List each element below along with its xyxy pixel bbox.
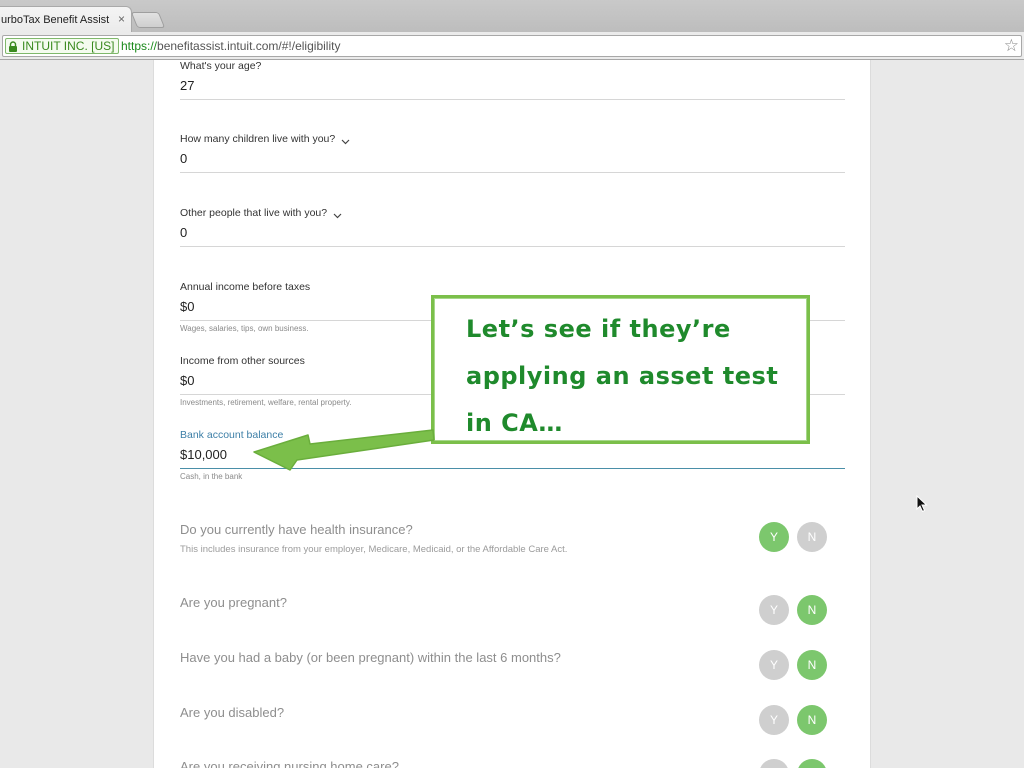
url-protocol: https:// (121, 39, 158, 53)
children-label: How many children live with you? (180, 133, 845, 145)
chevron-down-icon[interactable] (341, 136, 350, 145)
others-label: Other people that live with you? (180, 207, 845, 219)
no-button[interactable]: N (797, 522, 827, 552)
children-input[interactable]: 0 (180, 151, 845, 173)
yes-button[interactable]: Y (759, 759, 789, 768)
question-text: Do you currently have health insurance? (180, 522, 413, 537)
yes-button[interactable]: Y (759, 522, 789, 552)
question-text: Are you receiving nursing home care? (180, 759, 399, 768)
income-label: Annual income before taxes (180, 281, 311, 293)
yes-no-toggle: Y N (759, 522, 827, 552)
bank-balance-value: 10,000 (187, 447, 227, 462)
no-button[interactable]: N (797, 705, 827, 735)
question-text: Are you pregnant? (180, 595, 287, 610)
url-text[interactable]: https://benefitassist.intuit.com/#!/elig… (121, 39, 340, 53)
no-button[interactable]: N (797, 595, 827, 625)
bookmark-star-icon[interactable]: ☆ (1004, 37, 1019, 55)
yes-button[interactable]: Y (759, 650, 789, 680)
yes-button[interactable]: Y (759, 595, 789, 625)
mouse-cursor-icon (916, 495, 928, 513)
annotation-callout: Let’s see if they’re applying an asset t… (431, 295, 810, 444)
other-income-value: 0 (187, 373, 195, 388)
chevron-down-icon[interactable] (333, 210, 342, 219)
tab-close-icon[interactable]: × (118, 12, 125, 26)
url-path: benefitassist.intuit.com/#!/eligibility (157, 39, 341, 53)
annotation-text: Let’s see if they’re applying an asset t… (466, 315, 779, 437)
new-tab-button[interactable] (130, 12, 166, 28)
question-text: Have you had a baby (or been pregnant) w… (180, 650, 561, 665)
others-field[interactable]: Other people that live with you? 0 (180, 207, 845, 247)
income-value: 0 (187, 299, 195, 314)
browser-toolbar: INTUIT INC. [US] https://benefitassist.i… (0, 32, 1024, 60)
yes-no-toggle: Y N (759, 595, 827, 625)
no-button[interactable]: N (797, 650, 827, 680)
browser-tab[interactable]: urboTax Benefit Assist × (0, 6, 132, 32)
ev-organization-label: INTUIT INC. [US] (22, 39, 115, 53)
ev-certificate-badge[interactable]: INTUIT INC. [US] (5, 38, 120, 54)
question-subtext: This includes insurance from your employ… (180, 544, 568, 555)
yes-no-toggle: Y N (759, 705, 827, 735)
question-recent-baby: Have you had a baby (or been pregnant) w… (180, 650, 845, 680)
others-input[interactable]: 0 (180, 225, 845, 247)
question-nursing-home: Are you receiving nursing home care? Y N (180, 759, 845, 768)
question-disabled: Are you disabled? Y N (180, 705, 845, 735)
tab-strip: urboTax Benefit Assist × (0, 0, 1024, 32)
tab-title: urboTax Benefit Assist (1, 14, 110, 26)
age-label: What's your age? (180, 60, 262, 72)
question-health-insurance: Do you currently have health insurance? … (180, 522, 845, 556)
no-button[interactable]: N (797, 759, 827, 768)
children-field[interactable]: How many children live with you? 0 (180, 133, 845, 173)
address-bar[interactable]: INTUIT INC. [US] https://benefitassist.i… (2, 35, 1022, 57)
question-pregnant: Are you pregnant? Y N (180, 595, 845, 625)
yes-no-toggle: Y N (759, 650, 827, 680)
lock-icon (8, 40, 18, 52)
yes-button[interactable]: Y (759, 705, 789, 735)
yes-no-toggle: Y N (759, 759, 827, 768)
annotation-arrow-icon (253, 429, 435, 471)
age-field[interactable]: What's your age? 27 (180, 60, 845, 100)
age-input[interactable]: 27 (180, 78, 845, 100)
question-text: Are you disabled? (180, 705, 285, 720)
